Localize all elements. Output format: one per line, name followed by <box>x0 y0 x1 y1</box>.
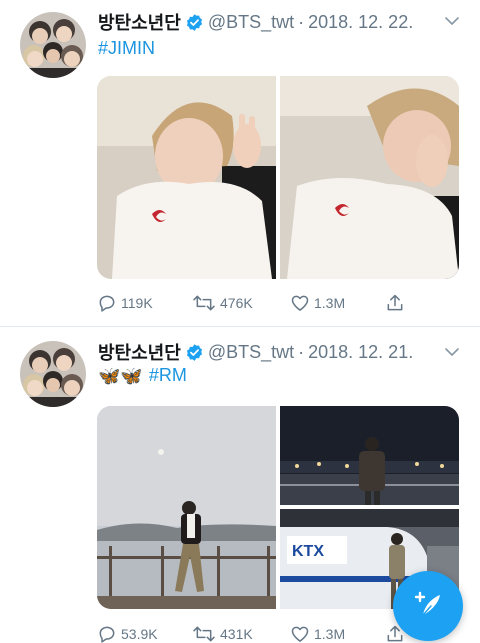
svg-text:KTX: KTX <box>292 543 324 560</box>
tweet-actions: 119K 476K 1.3M <box>97 292 417 314</box>
reply-icon <box>97 624 121 643</box>
media-grid[interactable] <box>97 76 459 279</box>
reply-count: 119K <box>121 295 153 311</box>
avatar[interactable] <box>20 341 86 407</box>
user-handle[interactable]: @BTS_twt <box>208 12 294 33</box>
butterfly-emoji-icon: 🦋🦋 <box>98 365 143 386</box>
media-photo[interactable] <box>280 76 459 279</box>
like-count: 1.3M <box>314 295 346 311</box>
avatar[interactable] <box>20 12 86 78</box>
like-button[interactable]: 1.3M <box>290 624 385 643</box>
compose-tweet-button[interactable] <box>393 571 463 641</box>
retweet-button[interactable]: 476K <box>192 293 290 313</box>
hashtag-link[interactable]: #JIMIN <box>98 38 155 59</box>
retweet-count: 476K <box>220 295 253 311</box>
chevron-down-icon[interactable] <box>444 13 460 29</box>
separator-dot: · <box>298 341 305 362</box>
like-button[interactable]: 1.3M <box>290 293 385 313</box>
like-count: 1.3M <box>314 626 346 642</box>
tweet[interactable]: 방탄소년단 @BTS_twt · 2018. 12. 22. #JIMIN 11… <box>0 0 480 326</box>
tweet-date[interactable]: 2018. 12. 22. <box>308 12 413 33</box>
separator-dot: · <box>298 11 305 32</box>
retweet-count: 431K <box>220 626 253 642</box>
tweet-header: 방탄소년단 @BTS_twt · 2018. 12. 22. <box>98 9 413 35</box>
reply-icon <box>97 293 121 313</box>
retweet-icon <box>192 293 220 313</box>
verified-badge-icon <box>185 13 204 32</box>
share-icon <box>385 293 409 313</box>
user-handle[interactable]: @BTS_twt <box>208 342 294 363</box>
heart-icon <box>290 624 314 643</box>
media-photo[interactable] <box>97 406 276 609</box>
compose-tweet-icon <box>411 587 445 626</box>
reply-button[interactable]: 53.9K <box>97 624 192 643</box>
retweet-button[interactable]: 431K <box>192 624 290 643</box>
display-name[interactable]: 방탄소년단 <box>98 339 181 365</box>
tweet-date[interactable]: 2018. 12. 21. <box>308 342 413 363</box>
heart-icon <box>290 293 314 313</box>
media-photo[interactable] <box>97 76 276 279</box>
reply-count: 53.9K <box>121 626 158 642</box>
tweet-header: 방탄소년단 @BTS_twt · 2018. 12. 21. <box>98 339 413 365</box>
display-name[interactable]: 방탄소년단 <box>98 9 181 35</box>
media-photo[interactable] <box>280 406 459 505</box>
tweet-actions: 53.9K 431K 1.3M <box>97 623 417 643</box>
share-button[interactable] <box>385 293 409 313</box>
retweet-icon <box>192 624 220 643</box>
tweet-text: 🦋🦋 #RM <box>98 365 187 386</box>
chevron-down-icon[interactable] <box>444 344 460 360</box>
tweet-text: #JIMIN <box>98 38 155 59</box>
reply-button[interactable]: 119K <box>97 293 192 313</box>
hashtag-link[interactable]: #RM <box>149 365 187 386</box>
verified-badge-icon <box>185 343 204 362</box>
